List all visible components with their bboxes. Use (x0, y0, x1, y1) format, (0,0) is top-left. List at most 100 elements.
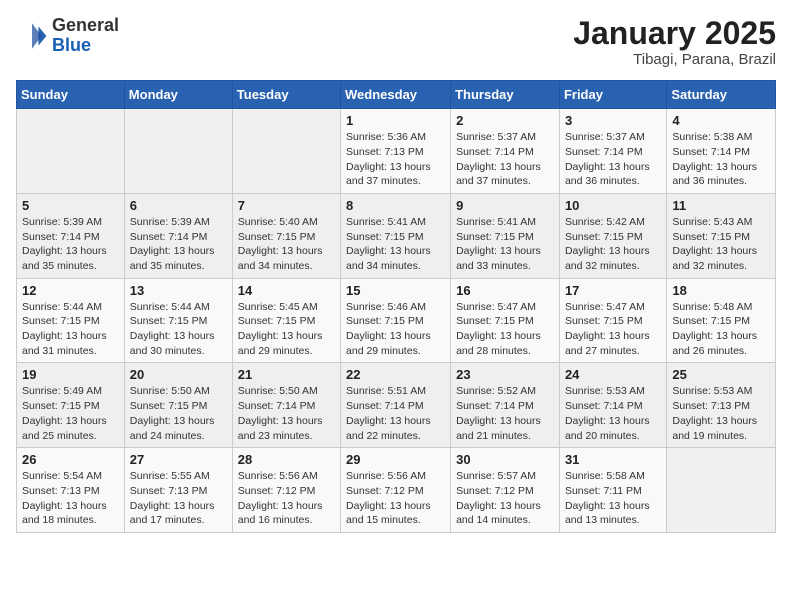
calendar-cell: 23Sunrise: 5:52 AM Sunset: 7:14 PM Dayli… (451, 363, 560, 448)
day-info: Sunrise: 5:50 AM Sunset: 7:15 PM Dayligh… (130, 384, 227, 443)
day-number: 26 (22, 452, 119, 467)
day-number: 10 (565, 198, 661, 213)
calendar-cell: 25Sunrise: 5:53 AM Sunset: 7:13 PM Dayli… (667, 363, 776, 448)
day-number: 1 (346, 113, 445, 128)
weekday-header-tuesday: Tuesday (232, 81, 340, 109)
day-info: Sunrise: 5:56 AM Sunset: 7:12 PM Dayligh… (238, 469, 335, 528)
day-number: 19 (22, 367, 119, 382)
day-number: 2 (456, 113, 554, 128)
main-title: January 2025 (573, 16, 776, 51)
day-info: Sunrise: 5:47 AM Sunset: 7:15 PM Dayligh… (456, 300, 554, 359)
calendar-cell: 1 Sunrise: 5:36 AM Sunset: 7:13 PM Daylig… (341, 109, 451, 194)
day-number: 6 (130, 198, 227, 213)
day-info: Sunrise: 5:49 AM Sunset: 7:15 PM Dayligh… (22, 384, 119, 443)
calendar-cell: 28 Sunrise: 5:56 AM Sunset: 7:12 PM Dayli… (232, 448, 340, 533)
week-row-3: 12 Sunrise: 5:44 AM Sunset: 7:15 PM Dayli… (17, 278, 776, 363)
calendar-cell: 16 Sunrise: 5:47 AM Sunset: 7:15 PM Dayli… (451, 278, 560, 363)
day-number: 7 (238, 198, 335, 213)
calendar-cell: 14 Sunrise: 5:45 AM Sunset: 7:15 PM Dayli… (232, 278, 340, 363)
day-info: Sunrise: 5:39 AM Sunset: 7:14 PM Dayligh… (22, 215, 119, 274)
weekday-header-sunday: Sunday (17, 81, 125, 109)
calendar-cell: 9Sunrise: 5:41 AM Sunset: 7:15 PM Daylig… (451, 193, 560, 278)
day-info: Sunrise: 5:50 AM Sunset: 7:14 PM Dayligh… (238, 384, 335, 443)
calendar-cell: 12 Sunrise: 5:44 AM Sunset: 7:15 PM Dayli… (17, 278, 125, 363)
day-info: Sunrise: 5:42 AM Sunset: 7:15 PM Dayligh… (565, 215, 661, 274)
calendar-cell: 4 Sunrise: 5:38 AM Sunset: 7:14 PM Daylig… (667, 109, 776, 194)
subtitle: Tibagi, Parana, Brazil (573, 51, 776, 68)
weekday-header-wednesday: Wednesday (341, 81, 451, 109)
day-info: Sunrise: 5:46 AM Sunset: 7:15 PM Dayligh… (346, 300, 445, 359)
calendar-cell: 2 Sunrise: 5:37 AM Sunset: 7:14 PM Daylig… (451, 109, 560, 194)
day-info: Sunrise: 5:40 AM Sunset: 7:15 PM Dayligh… (238, 215, 335, 274)
day-info: Sunrise: 5:55 AM Sunset: 7:13 PM Dayligh… (130, 469, 227, 528)
day-number: 3 (565, 113, 661, 128)
week-row-2: 5 Sunrise: 5:39 AM Sunset: 7:14 PM Daylig… (17, 193, 776, 278)
day-info: Sunrise: 5:41 AM Sunset: 7:15 PM Dayligh… (456, 215, 554, 274)
day-number: 24 (565, 367, 661, 382)
calendar-cell (232, 109, 340, 194)
day-info: Sunrise: 5:45 AM Sunset: 7:15 PM Dayligh… (238, 300, 335, 359)
calendar-cell: 3 Sunrise: 5:37 AM Sunset: 7:14 PM Daylig… (559, 109, 666, 194)
weekday-header-row: SundayMondayTuesdayWednesdayThursdayFrid… (17, 81, 776, 109)
day-info: Sunrise: 5:38 AM Sunset: 7:14 PM Dayligh… (672, 130, 770, 189)
day-number: 25 (672, 367, 770, 382)
logo: General Blue (16, 16, 119, 56)
day-number: 11 (672, 198, 770, 213)
weekday-header-saturday: Saturday (667, 81, 776, 109)
calendar-cell: 29Sunrise: 5:56 AM Sunset: 7:12 PM Dayli… (341, 448, 451, 533)
logo-text: General Blue (52, 16, 119, 56)
day-number: 13 (130, 283, 227, 298)
day-info: Sunrise: 5:53 AM Sunset: 7:14 PM Dayligh… (565, 384, 661, 443)
logo-blue-text: Blue (52, 36, 119, 56)
day-number: 28 (238, 452, 335, 467)
day-number: 21 (238, 367, 335, 382)
day-number: 14 (238, 283, 335, 298)
page-header: General Blue January 2025 Tibagi, Parana… (16, 16, 776, 68)
day-number: 15 (346, 283, 445, 298)
day-number: 12 (22, 283, 119, 298)
calendar-cell: 31Sunrise: 5:58 AM Sunset: 7:11 PM Dayli… (559, 448, 666, 533)
calendar-cell: 5 Sunrise: 5:39 AM Sunset: 7:14 PM Daylig… (17, 193, 125, 278)
calendar-cell: 11 Sunrise: 5:43 AM Sunset: 7:15 PM Dayli… (667, 193, 776, 278)
logo-general-text: General (52, 16, 119, 36)
day-info: Sunrise: 5:37 AM Sunset: 7:14 PM Dayligh… (456, 130, 554, 189)
day-info: Sunrise: 5:37 AM Sunset: 7:14 PM Dayligh… (565, 130, 661, 189)
day-number: 31 (565, 452, 661, 467)
calendar-cell (124, 109, 232, 194)
day-info: Sunrise: 5:51 AM Sunset: 7:14 PM Dayligh… (346, 384, 445, 443)
day-info: Sunrise: 5:44 AM Sunset: 7:15 PM Dayligh… (130, 300, 227, 359)
week-row-1: 1 Sunrise: 5:36 AM Sunset: 7:13 PM Daylig… (17, 109, 776, 194)
weekday-header-thursday: Thursday (451, 81, 560, 109)
day-info: Sunrise: 5:41 AM Sunset: 7:15 PM Dayligh… (346, 215, 445, 274)
title-block: January 2025 Tibagi, Parana, Brazil (573, 16, 776, 68)
weekday-header-monday: Monday (124, 81, 232, 109)
day-number: 17 (565, 283, 661, 298)
day-info: Sunrise: 5:43 AM Sunset: 7:15 PM Dayligh… (672, 215, 770, 274)
day-number: 5 (22, 198, 119, 213)
calendar-table: SundayMondayTuesdayWednesdayThursdayFrid… (16, 80, 776, 533)
calendar-cell: 20 Sunrise: 5:50 AM Sunset: 7:15 PM Dayli… (124, 363, 232, 448)
day-info: Sunrise: 5:44 AM Sunset: 7:15 PM Dayligh… (22, 300, 119, 359)
day-number: 20 (130, 367, 227, 382)
calendar-cell: 18Sunrise: 5:48 AM Sunset: 7:15 PM Dayli… (667, 278, 776, 363)
day-number: 23 (456, 367, 554, 382)
calendar-cell: 17 Sunrise: 5:47 AM Sunset: 7:15 PM Dayli… (559, 278, 666, 363)
calendar-cell (667, 448, 776, 533)
day-number: 4 (672, 113, 770, 128)
calendar-cell: 30Sunrise: 5:57 AM Sunset: 7:12 PM Dayli… (451, 448, 560, 533)
day-info: Sunrise: 5:56 AM Sunset: 7:12 PM Dayligh… (346, 469, 445, 528)
calendar-cell: 13 Sunrise: 5:44 AM Sunset: 7:15 PM Dayli… (124, 278, 232, 363)
day-info: Sunrise: 5:47 AM Sunset: 7:15 PM Dayligh… (565, 300, 661, 359)
calendar-cell: 22Sunrise: 5:51 AM Sunset: 7:14 PM Dayli… (341, 363, 451, 448)
day-number: 16 (456, 283, 554, 298)
calendar-cell: 8Sunrise: 5:41 AM Sunset: 7:15 PM Daylig… (341, 193, 451, 278)
day-info: Sunrise: 5:36 AM Sunset: 7:13 PM Dayligh… (346, 130, 445, 189)
calendar-cell: 19 Sunrise: 5:49 AM Sunset: 7:15 PM Dayli… (17, 363, 125, 448)
calendar-cell: 24 Sunrise: 5:53 AM Sunset: 7:14 PM Dayli… (559, 363, 666, 448)
weekday-header-friday: Friday (559, 81, 666, 109)
day-info: Sunrise: 5:48 AM Sunset: 7:15 PM Dayligh… (672, 300, 770, 359)
day-info: Sunrise: 5:54 AM Sunset: 7:13 PM Dayligh… (22, 469, 119, 528)
day-number: 27 (130, 452, 227, 467)
week-row-5: 26 Sunrise: 5:54 AM Sunset: 7:13 PM Dayli… (17, 448, 776, 533)
calendar-cell (17, 109, 125, 194)
